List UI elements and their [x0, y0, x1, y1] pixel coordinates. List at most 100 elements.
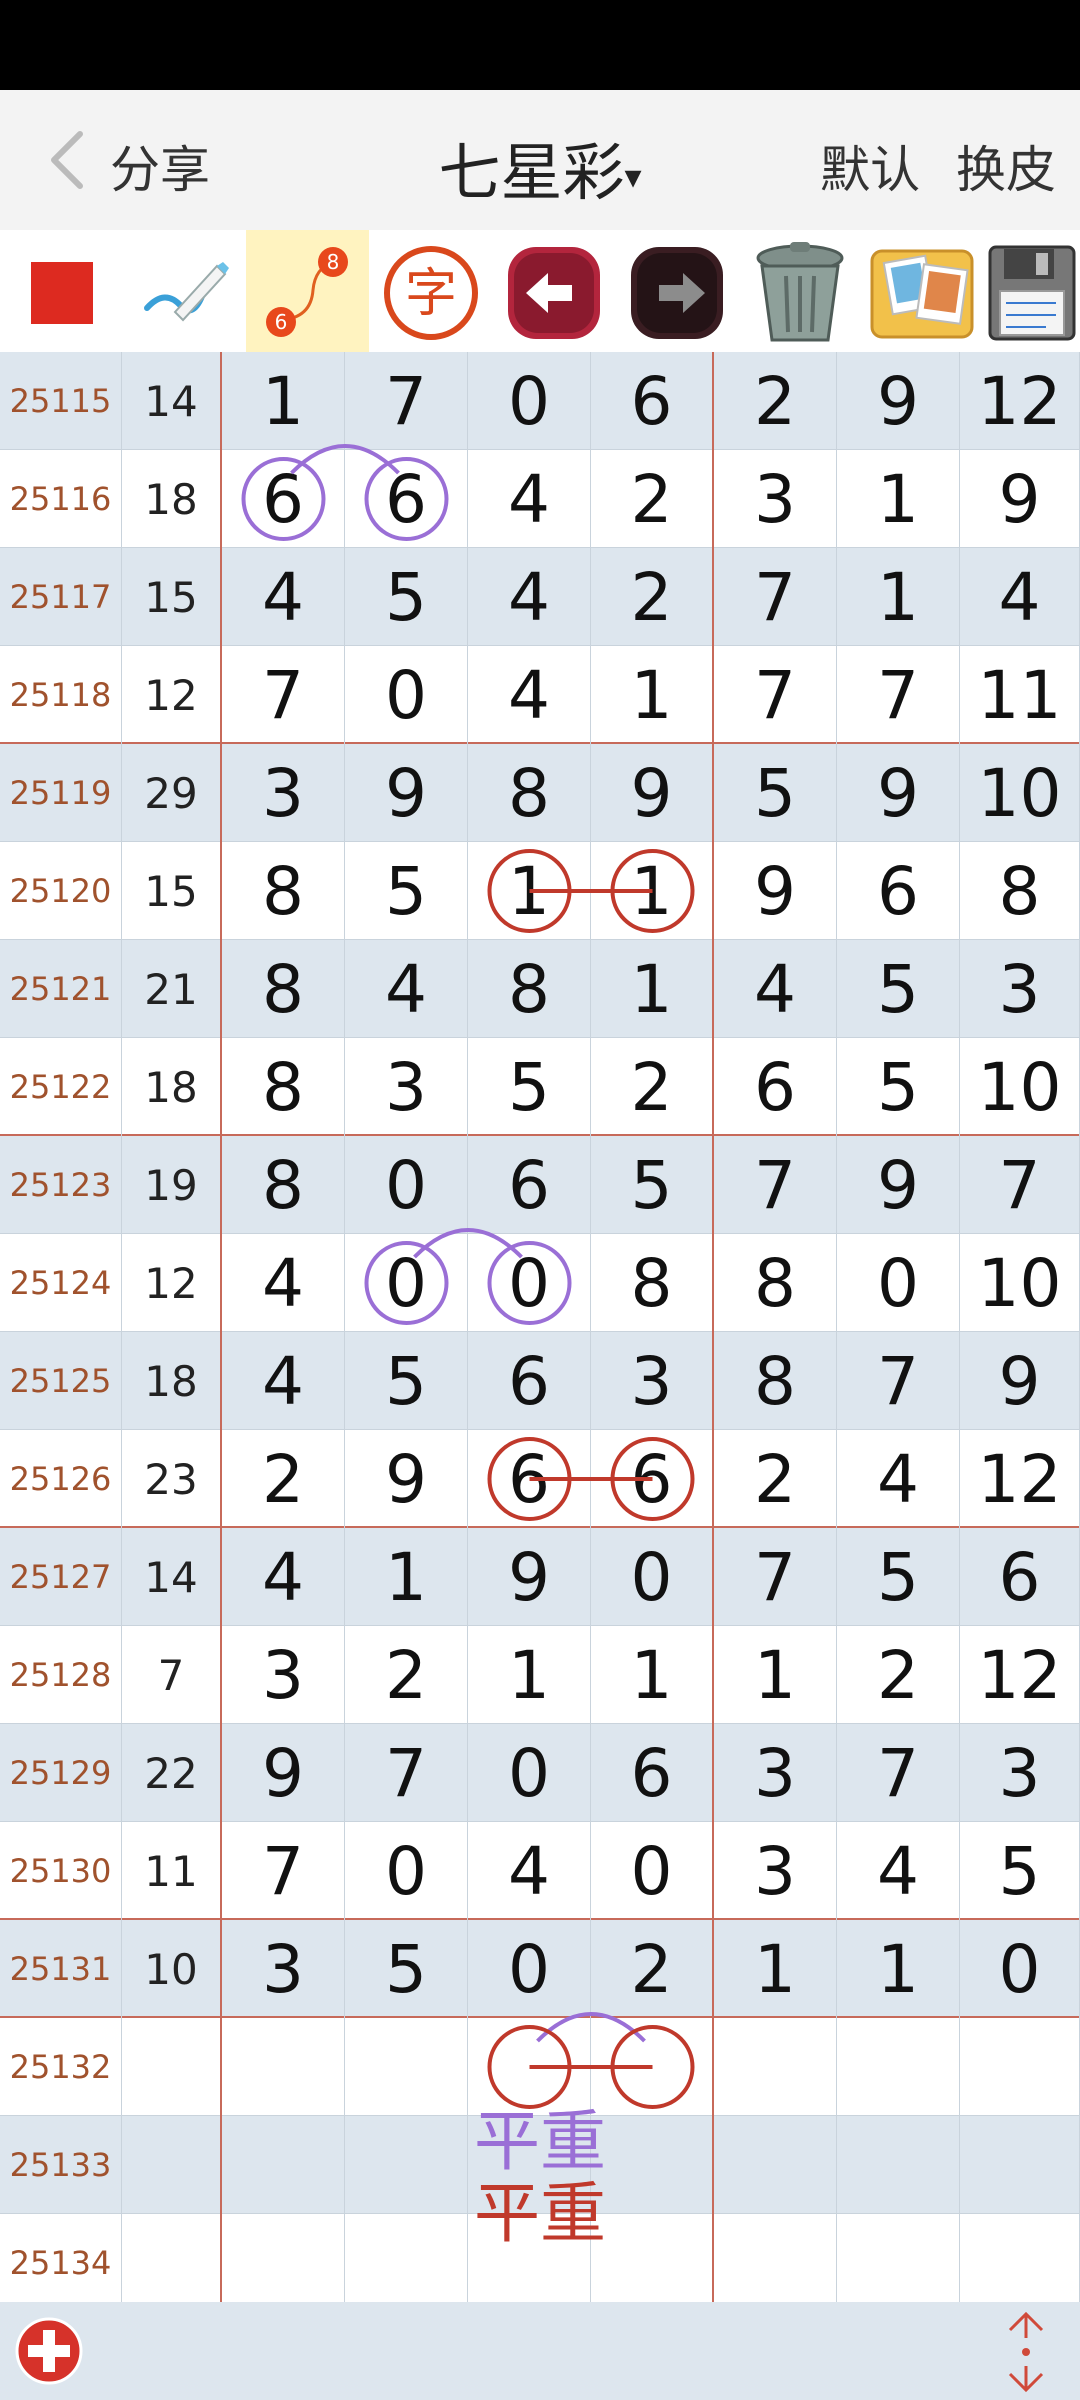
digit-cell[interactable]: 12	[960, 1626, 1080, 1724]
digit-cell[interactable]: 11	[960, 646, 1080, 744]
digit-cell[interactable]: 1	[837, 548, 960, 646]
digit-cell[interactable]: 0	[837, 1234, 960, 1332]
digit-cell[interactable]: 5	[591, 1136, 714, 1234]
digit-cell[interactable]: 8	[222, 842, 345, 940]
digit-cell[interactable]: 6	[591, 1724, 714, 1822]
digit-cell[interactable]: 8	[222, 1136, 345, 1234]
red-square-icon[interactable]	[0, 230, 123, 355]
digit-cell[interactable]: 0	[345, 1822, 468, 1920]
digit-cell[interactable]: 6	[468, 1136, 591, 1234]
digit-cell[interactable]: 2	[714, 1430, 837, 1528]
digit-cell[interactable]: 3	[714, 1724, 837, 1822]
digit-cell[interactable]: 6	[222, 450, 345, 548]
digit-cell[interactable]: 10	[960, 744, 1080, 842]
change-skin-button[interactable]: 换皮	[956, 141, 1056, 199]
digit-cell[interactable]: 7	[222, 646, 345, 744]
digit-cell[interactable]: 2	[591, 548, 714, 646]
digit-cell[interactable]: 0	[468, 352, 591, 450]
digit-cell[interactable]: 1	[591, 842, 714, 940]
digit-cell[interactable]: 3	[960, 1724, 1080, 1822]
digit-cell[interactable]: 3	[591, 1332, 714, 1430]
digit-cell[interactable]: 9	[837, 352, 960, 450]
digit-cell[interactable]	[960, 2018, 1080, 2116]
digit-cell[interactable]: 5	[468, 1038, 591, 1136]
digit-cell[interactable]: 4	[222, 1528, 345, 1626]
digit-cell[interactable]: 9	[714, 842, 837, 940]
digit-cell[interactable]	[345, 2018, 468, 2116]
digit-cell[interactable]	[468, 2018, 591, 2116]
digit-cell[interactable]: 3	[222, 744, 345, 842]
digit-cell[interactable]: 4	[222, 1234, 345, 1332]
digit-cell[interactable]: 4	[714, 940, 837, 1038]
digit-cell[interactable]: 4	[468, 1822, 591, 1920]
digit-cell[interactable]: 12	[960, 1430, 1080, 1528]
digit-cell[interactable]: 5	[345, 1332, 468, 1430]
digit-cell[interactable]: 6	[468, 1430, 591, 1528]
digit-cell[interactable]: 1	[222, 352, 345, 450]
draw-pen-icon[interactable]	[123, 230, 246, 355]
digit-cell[interactable]: 1	[591, 646, 714, 744]
digit-cell[interactable]: 4	[837, 1430, 960, 1528]
digit-cell[interactable]: 4	[468, 646, 591, 744]
digit-cell[interactable]: 9	[345, 1430, 468, 1528]
digit-cell[interactable]: 1	[837, 1920, 960, 2018]
digit-cell[interactable]: 8	[222, 1038, 345, 1136]
digit-cell[interactable]: 4	[222, 1332, 345, 1430]
digit-cell[interactable]: 7	[960, 1136, 1080, 1234]
digit-cell[interactable]: 7	[837, 1724, 960, 1822]
digit-cell[interactable]: 5	[714, 744, 837, 842]
digit-cell[interactable]: 0	[345, 1234, 468, 1332]
digit-cell[interactable]: 0	[468, 1724, 591, 1822]
digit-cell[interactable]: 2	[591, 1920, 714, 2018]
link-numbers-icon[interactable]: 8 6	[246, 230, 369, 355]
digit-cell[interactable]: 6	[714, 1038, 837, 1136]
digit-cell[interactable]: 7	[714, 646, 837, 744]
digit-cell[interactable]: 12	[960, 352, 1080, 450]
digit-cell[interactable]: 8	[468, 940, 591, 1038]
digit-cell[interactable]: 9	[960, 450, 1080, 548]
digit-cell[interactable]: 7	[837, 646, 960, 744]
digit-cell[interactable]: 3	[222, 1626, 345, 1724]
digit-cell[interactable]: 2	[591, 450, 714, 548]
digit-cell[interactable]: 4	[345, 940, 468, 1038]
digit-cell[interactable]: 4	[222, 548, 345, 646]
digit-cell[interactable]: 6	[591, 1430, 714, 1528]
digit-cell[interactable]: 0	[468, 1920, 591, 2018]
digit-cell[interactable]: 0	[345, 646, 468, 744]
save-disk-icon[interactable]	[984, 230, 1080, 355]
char-circle-icon[interactable]: 字	[369, 230, 492, 355]
digit-cell[interactable]: 4	[837, 1822, 960, 1920]
digit-cell[interactable]: 10	[960, 1234, 1080, 1332]
digit-cell[interactable]: 8	[591, 1234, 714, 1332]
digit-cell[interactable]	[714, 2018, 837, 2116]
digit-cell[interactable]: 3	[960, 940, 1080, 1038]
digit-cell[interactable]: 5	[345, 842, 468, 940]
digit-cell[interactable]: 7	[345, 1724, 468, 1822]
digit-cell[interactable]: 1	[591, 940, 714, 1038]
digit-cell[interactable]	[591, 2018, 714, 2116]
digit-cell[interactable]: 6	[468, 1332, 591, 1430]
digit-cell[interactable]: 7	[714, 548, 837, 646]
digit-cell[interactable]: 9	[960, 1332, 1080, 1430]
undo-arrow-icon[interactable]	[492, 230, 615, 355]
digit-cell[interactable]: 8	[222, 940, 345, 1038]
digit-cell[interactable]: 2	[591, 1038, 714, 1136]
photo-album-icon[interactable]	[861, 230, 984, 355]
digit-cell[interactable]: 4	[960, 548, 1080, 646]
up-down-arrows-icon[interactable]	[996, 2308, 1056, 2396]
digit-cell[interactable]: 8	[714, 1234, 837, 1332]
digit-cell[interactable]: 4	[468, 548, 591, 646]
digit-cell[interactable]: 1	[345, 1528, 468, 1626]
digit-cell[interactable]: 0	[468, 1234, 591, 1332]
plus-circle-icon[interactable]	[14, 2316, 84, 2386]
digit-cell[interactable]: 6	[960, 1528, 1080, 1626]
digit-cell[interactable]: 1	[714, 1626, 837, 1724]
digit-cell[interactable]: 1	[468, 1626, 591, 1724]
digit-cell[interactable]: 1	[714, 1920, 837, 2018]
digit-cell[interactable]: 3	[222, 1920, 345, 2018]
digit-cell[interactable]: 10	[960, 1038, 1080, 1136]
digit-cell[interactable]: 1	[468, 842, 591, 940]
digit-cell[interactable]: 6	[591, 352, 714, 450]
digit-cell[interactable]: 3	[714, 450, 837, 548]
digit-cell[interactable]: 2	[714, 352, 837, 450]
